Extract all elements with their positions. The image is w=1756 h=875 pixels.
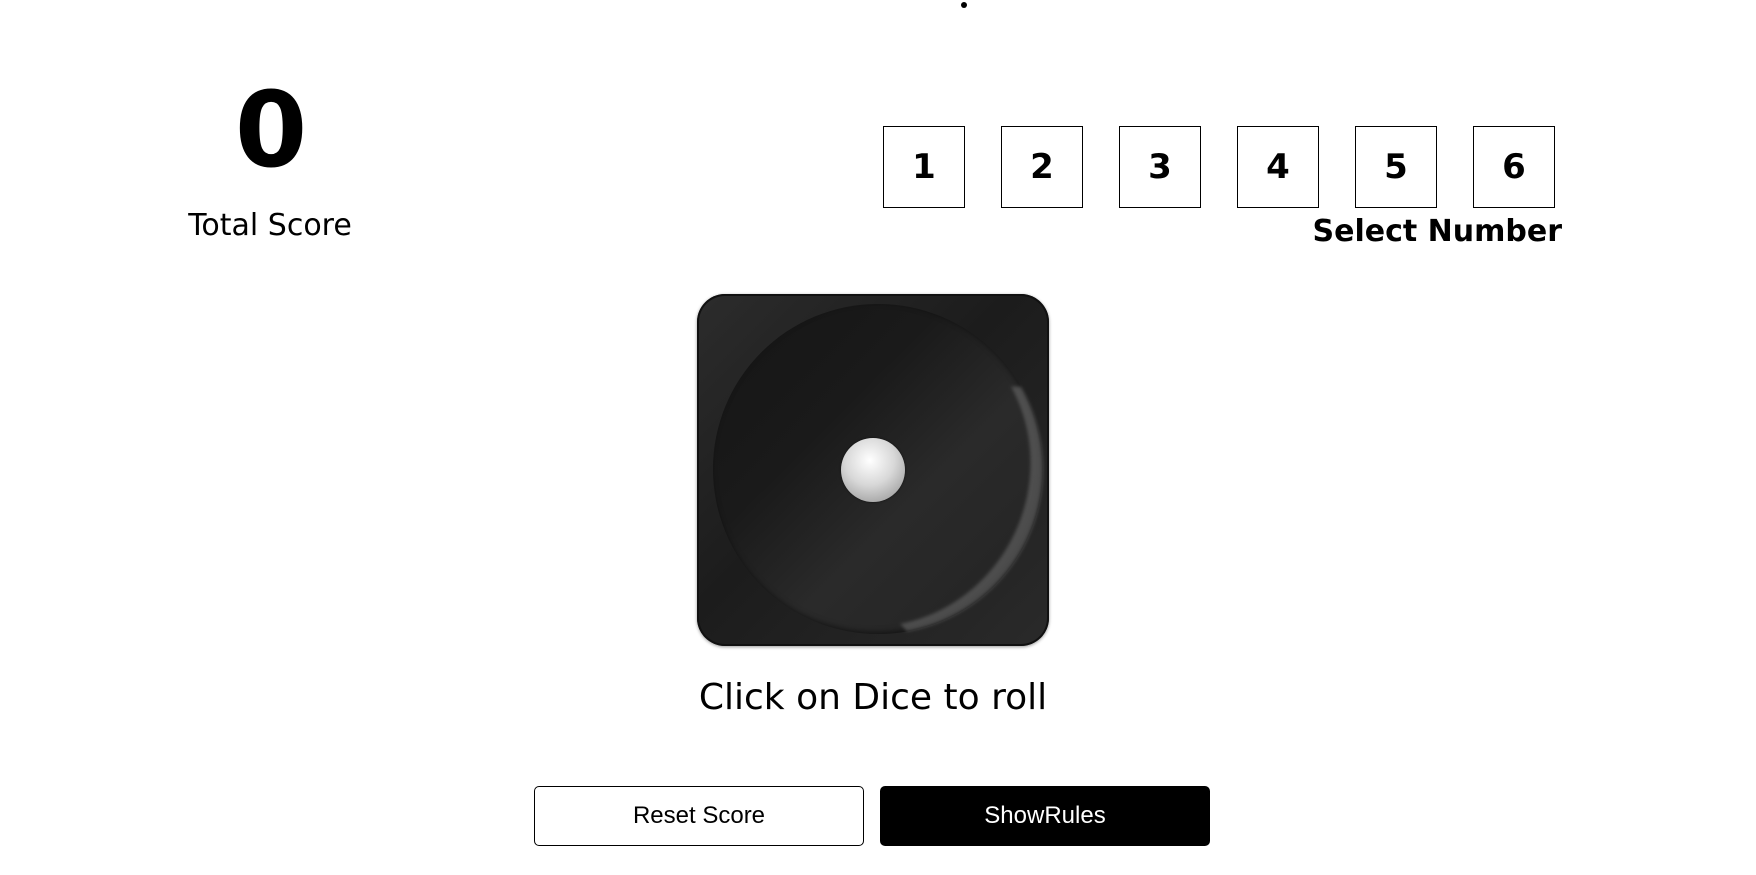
score-panel: 0 Total Score bbox=[170, 78, 370, 244]
number-option-4[interactable]: 4 bbox=[1237, 126, 1319, 208]
number-option-6[interactable]: 6 bbox=[1473, 126, 1555, 208]
show-rules-button[interactable]: ShowRules bbox=[880, 786, 1210, 846]
total-score-value: 0 bbox=[234, 69, 307, 191]
dice-roll-button[interactable] bbox=[697, 294, 1049, 646]
number-option-2[interactable]: 2 bbox=[1001, 126, 1083, 208]
number-option-5[interactable]: 5 bbox=[1355, 126, 1437, 208]
total-score-label: Total Score bbox=[188, 208, 352, 243]
top-dot-decoration bbox=[961, 2, 967, 8]
dice-game-page: 0 Total Score 1 2 3 4 5 6 Select Number … bbox=[0, 0, 1756, 875]
reset-score-button[interactable]: Reset Score bbox=[534, 786, 864, 846]
select-number-label: Select Number bbox=[1312, 214, 1563, 249]
number-selector: 1 2 3 4 5 6 bbox=[883, 126, 1555, 208]
number-option-1[interactable]: 1 bbox=[883, 126, 965, 208]
number-option-3[interactable]: 3 bbox=[1119, 126, 1201, 208]
dice-pip-icon bbox=[841, 438, 905, 502]
roll-hint-text: Click on Dice to roll bbox=[698, 677, 1048, 718]
